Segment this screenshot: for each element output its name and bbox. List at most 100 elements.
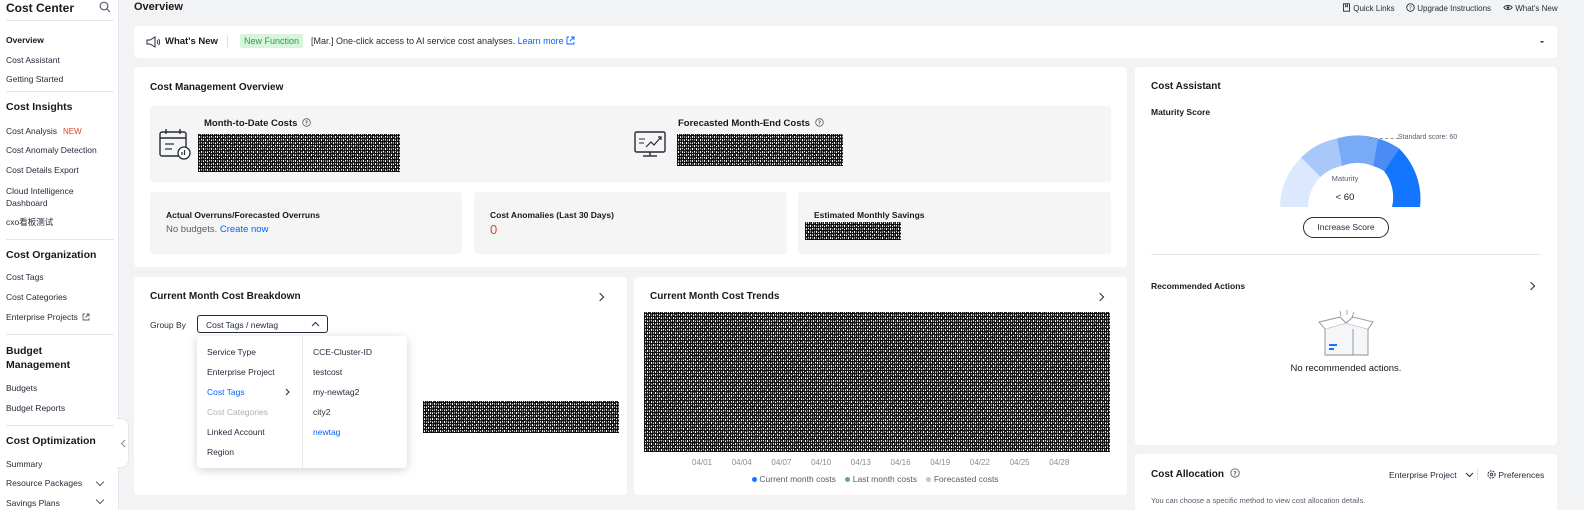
new-badge: NEW (63, 127, 82, 136)
redacted-month-to-date-value (198, 134, 400, 172)
sidebar-title: Cost Center (6, 1, 75, 15)
banner-title: What's New (165, 36, 218, 47)
chevron-right-icon[interactable] (1526, 281, 1536, 291)
svg-text:?: ? (1233, 470, 1237, 477)
sidebar-item-savings-plans[interactable]: Savings Plans (6, 498, 60, 508)
chevron-right-icon[interactable] (1095, 292, 1105, 302)
sidebar-item-overview[interactable]: Overview (6, 35, 44, 45)
option-enterprise-project[interactable]: Enterprise Project (207, 367, 275, 377)
x-tick-label: 04/22 (969, 458, 990, 467)
tag-option-newtag[interactable]: newtag (313, 427, 340, 437)
svg-text:?: ? (1409, 6, 1412, 12)
gear-icon (1487, 470, 1496, 479)
legend-item-current[interactable]: Current month costs (752, 474, 836, 484)
whats-new-link[interactable]: What's New (1503, 3, 1558, 13)
create-now-link[interactable]: Create now (220, 224, 269, 235)
cost-allocation-card: Cost Allocation ? Enterprise Project Pre… (1135, 454, 1557, 510)
forecast-text: Forecasted Month-End Costs (678, 118, 810, 129)
costs-summary-box: Month-to-Date Costs ? Forecasted Month-E… (150, 106, 1111, 182)
help-icon[interactable]: ? (302, 118, 311, 127)
sidebar-item-anomaly-detection[interactable]: Cost Anomaly Detection (6, 145, 97, 155)
quick-links-link[interactable]: Quick Links (1342, 3, 1395, 13)
x-tick-label: 04/28 (1049, 458, 1070, 467)
sidebar-item-budgets[interactable]: Budgets (6, 383, 37, 393)
tag-option-my-newtag2[interactable]: my-newtag2 (313, 387, 359, 397)
chevron-down-icon (1465, 472, 1474, 478)
help-icon[interactable]: ? (1230, 468, 1240, 478)
upgrade-instructions-link[interactable]: ? Upgrade Instructions (1406, 3, 1491, 13)
overruns-value: No budgets. Create now (166, 224, 268, 235)
page-title: Overview (134, 1, 183, 13)
divider (1477, 468, 1478, 480)
month-to-date-text: Month-to-Date Costs (204, 118, 298, 129)
sidebar-item-label: Resource Packages (6, 478, 83, 488)
option-linked-account[interactable]: Linked Account (207, 427, 265, 437)
increase-score-button[interactable]: Increase Score (1303, 217, 1389, 238)
group-by-value: Cost Tags / newtag (206, 320, 279, 330)
cost-allocation-title: Cost Allocation ? (1151, 468, 1240, 480)
sidebar-item-summary[interactable]: Summary (6, 459, 42, 469)
sidebar-group-cost-organization: Cost Organization (6, 249, 97, 261)
quick-links-label: Quick Links (1353, 4, 1395, 13)
x-tick-label: 04/25 (1009, 458, 1030, 467)
sidebar-item-label: Dashboard (6, 198, 48, 208)
sidebar-group-label: Management (6, 359, 71, 371)
sidebar-item-enterprise-projects[interactable]: Enterprise Projects (6, 312, 90, 322)
card-title: Cost Management Overview (150, 82, 284, 93)
sidebar-item-cost-analysis[interactable]: Cost Analysis NEW (6, 126, 82, 136)
sidebar-item-getting-started[interactable]: Getting Started (6, 74, 63, 84)
sidebar-group-budget-management: Budget Management (6, 344, 70, 372)
overruns-box: Actual Overruns/Forecasted Overruns No b… (150, 192, 462, 254)
sidebar-item-cost-assistant[interactable]: Cost Assistant (6, 55, 60, 65)
sidebar: Cost Center Overview Cost Assistant Gett… (0, 0, 119, 510)
sidebar-group-cost-optimization: Cost Optimization (6, 435, 96, 447)
megaphone-icon (146, 36, 161, 48)
option-cost-categories: Cost Categories (207, 407, 268, 417)
chevron-right-icon[interactable] (595, 292, 605, 302)
legend-item-last-month[interactable]: Last month costs (845, 474, 917, 484)
forecast-label: Forecasted Month-End Costs ? (678, 118, 824, 129)
x-tick-label: 04/07 (771, 458, 792, 467)
chevron-right-icon (285, 388, 290, 396)
preferences-button[interactable]: Preferences (1487, 470, 1544, 480)
sidebar-group-label: Budget (6, 345, 43, 357)
sidebar-item-cloud-intelligence[interactable]: Cloud Intelligence Dashboard (6, 185, 74, 209)
redacted-savings-value (805, 222, 901, 240)
sidebar-item-details-export[interactable]: Cost Details Export (6, 165, 79, 175)
sidebar-item-resource-packages[interactable]: Resource Packages (6, 478, 106, 488)
bookmark-icon (1343, 3, 1350, 12)
x-tick-label: 04/04 (731, 458, 752, 467)
sidebar-item-cxo[interactable]: cxo看板测试 (6, 216, 53, 228)
maturity-score-label: Maturity Score (1151, 107, 1211, 117)
external-link-icon (82, 313, 90, 321)
group-by-select[interactable]: Cost Tags / newtag (197, 315, 328, 333)
allocation-dimension-select[interactable]: Enterprise Project (1389, 470, 1474, 480)
tag-option-testcost[interactable]: testcost (313, 367, 342, 377)
anomalies-box[interactable]: Cost Anomalies (Last 30 Days) 0 (474, 192, 787, 254)
help-icon[interactable]: ? (814, 118, 824, 127)
banner-text: [Mar.] One-click access to AI service co… (311, 36, 575, 46)
search-icon[interactable] (99, 1, 111, 13)
sidebar-collapse-handle[interactable] (117, 418, 129, 468)
allocation-description: You can choose a specific method to view… (1151, 496, 1366, 505)
divider (6, 425, 114, 426)
tag-option-city2[interactable]: city2 (313, 407, 330, 417)
bill-calendar-icon (159, 129, 191, 160)
sidebar-item-cost-categories[interactable]: Cost Categories (6, 292, 67, 302)
recommended-actions-label: Recommended Actions (1151, 281, 1246, 291)
upgrade-instructions-label: Upgrade Instructions (1417, 4, 1492, 13)
divider (227, 35, 228, 48)
collapse-banner-button[interactable]: - (1540, 34, 1544, 48)
chevron-down-icon[interactable] (95, 495, 105, 505)
option-service-type[interactable]: Service Type (207, 347, 256, 357)
help-icon: ? (1406, 3, 1415, 12)
option-cost-tags[interactable]: Cost Tags (207, 387, 245, 397)
tag-option-cce-cluster-id[interactable]: CCE-Cluster-ID (313, 347, 372, 357)
sidebar-item-budget-reports[interactable]: Budget Reports (6, 403, 65, 413)
sidebar-item-cost-tags[interactable]: Cost Tags (6, 272, 44, 282)
divider (6, 20, 114, 21)
learn-more-link[interactable]: Learn more (518, 36, 564, 46)
option-region[interactable]: Region (207, 447, 234, 457)
legend-item-forecasted[interactable]: Forecasted costs (926, 474, 999, 484)
legend-dot (752, 477, 757, 482)
